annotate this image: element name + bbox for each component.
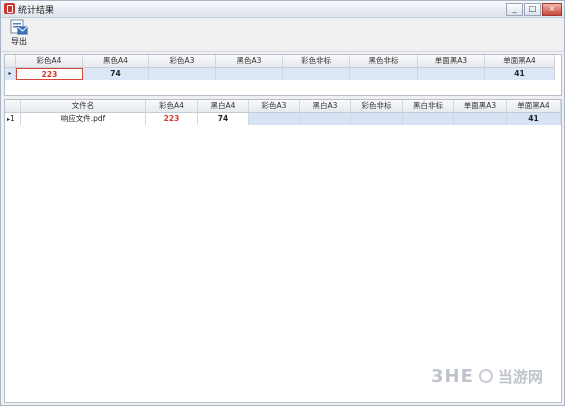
close-button[interactable]: ×: [542, 3, 562, 16]
summary-header-cell[interactable]: 彩色A4: [16, 55, 83, 67]
detail-header-cell[interactable]: 文件名: [21, 100, 146, 112]
detail-header-cell[interactable]: 黑白非标: [403, 100, 454, 112]
maximize-button[interactable]: □: [524, 3, 541, 16]
watermark: 3HE 当游网: [431, 365, 553, 387]
row-index: 1: [10, 114, 15, 123]
detail-header-cell[interactable]: 单面黑A3: [454, 100, 507, 112]
summary-header-cell[interactable]: 黑色A4: [83, 55, 149, 67]
header-selector: [5, 100, 21, 112]
detail-cell[interactable]: [351, 113, 403, 125]
detail-grid[interactable]: 文件名 彩色A4 黑白A4 彩色A3 黑白A3 彩色非标 黑白非标 单面黑A3 …: [4, 99, 562, 403]
summary-header-cell[interactable]: 黑色A3: [216, 55, 283, 67]
summary-header-cell[interactable]: 单面黑A3: [418, 55, 485, 67]
summary-cell[interactable]: [350, 68, 418, 80]
detail-header-row: 文件名 彩色A4 黑白A4 彩色A3 黑白A3 彩色非标 黑白非标 单面黑A3 …: [5, 100, 561, 113]
app-icon: [4, 3, 15, 14]
summary-grid[interactable]: 彩色A4 黑色A4 彩色A3 黑色A3 彩色非标 黑色非标 单面黑A3 单面黑A…: [4, 54, 562, 96]
row-header[interactable]: ▸1: [5, 113, 21, 125]
detail-header-cell[interactable]: 彩色A3: [249, 100, 300, 112]
summary-cell[interactable]: 41: [485, 68, 555, 80]
detail-cell[interactable]: [300, 113, 351, 125]
summary-cell[interactable]: [283, 68, 350, 80]
summary-header-row: 彩色A4 黑色A4 彩色A3 黑色A3 彩色非标 黑色非标 单面黑A3 单面黑A…: [5, 55, 555, 68]
minimize-button[interactable]: _: [506, 3, 523, 16]
detail-header-cell[interactable]: 黑白A3: [300, 100, 351, 112]
export-icon: [10, 19, 28, 35]
watermark-site-name: 当游网: [497, 367, 543, 386]
summary-header-cell[interactable]: 彩色非标: [283, 55, 350, 67]
detail-cell[interactable]: [454, 113, 507, 125]
summary-cell[interactable]: 223: [16, 68, 83, 80]
summary-cell[interactable]: [149, 68, 216, 80]
summary-header-cell[interactable]: 黑色非标: [350, 55, 418, 67]
statistics-window: 统计结果 _ □ × 导出 彩色A4 黑色A4 彩色A3 黑色A3 彩色非标 黑…: [0, 0, 565, 406]
summary-cell[interactable]: [418, 68, 485, 80]
watermark-icon: [478, 369, 493, 383]
summary-header-cell[interactable]: 彩色A3: [149, 55, 216, 67]
summary-data-row[interactable]: ▸ 223 74 41: [5, 68, 555, 80]
detail-header-cell[interactable]: 彩色非标: [351, 100, 403, 112]
summary-cell[interactable]: 74: [83, 68, 149, 80]
watermark-logo-text: 3HE: [431, 365, 474, 387]
toolbar: 导出: [1, 18, 564, 52]
detail-cell[interactable]: 74: [198, 113, 249, 125]
detail-header-cell[interactable]: 单面黑A4: [507, 100, 561, 112]
detail-data-row[interactable]: ▸1 响应文件.pdf 223 74 41: [5, 113, 561, 125]
window-title: 统计结果: [18, 6, 55, 16]
file-name-cell[interactable]: 响应文件.pdf: [21, 113, 146, 125]
summary-cell[interactable]: [216, 68, 283, 80]
title-bar[interactable]: 统计结果 _ □ ×: [1, 1, 564, 18]
export-button[interactable]: 导出: [7, 19, 31, 51]
detail-cell[interactable]: [403, 113, 454, 125]
export-label: 导出: [11, 37, 27, 46]
summary-header-cell[interactable]: 单面黑A4: [485, 55, 555, 67]
window-controls: _ □ ×: [506, 3, 562, 16]
detail-cell[interactable]: 223: [146, 113, 198, 125]
detail-header-cell[interactable]: 彩色A4: [146, 100, 198, 112]
header-selector: [5, 55, 16, 67]
row-selector-icon[interactable]: ▸: [5, 68, 16, 80]
detail-cell[interactable]: 41: [507, 113, 561, 125]
detail-cell[interactable]: [249, 113, 300, 125]
detail-header-cell[interactable]: 黑白A4: [198, 100, 249, 112]
